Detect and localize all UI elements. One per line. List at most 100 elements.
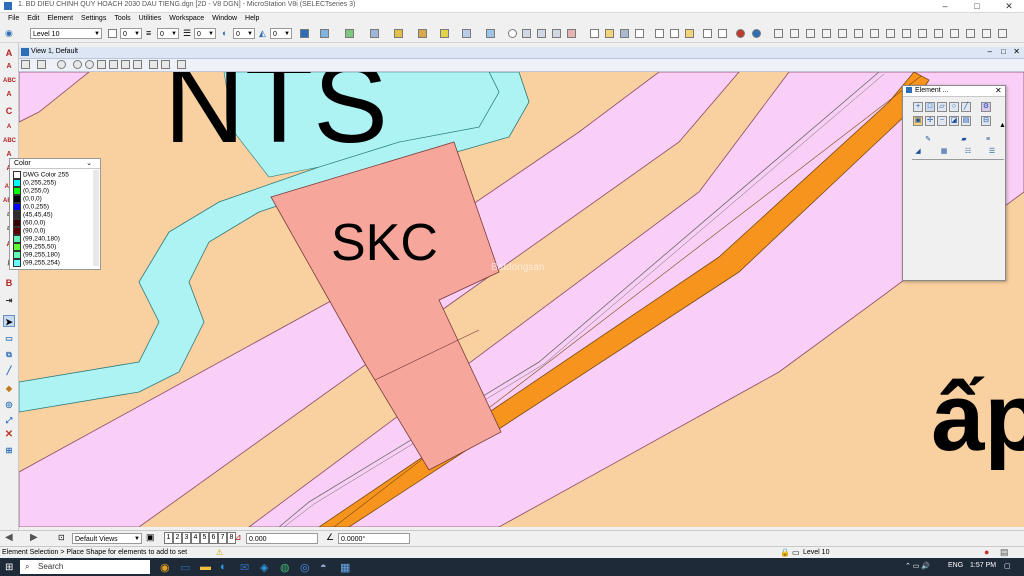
tray-clock[interactable]: 1:57 PM xyxy=(970,562,996,569)
update-view-icon[interactable] xyxy=(57,60,66,69)
view-button-2[interactable]: 2 xyxy=(173,532,182,544)
copy-element-icon[interactable] xyxy=(998,29,1007,38)
text-abc2-icon[interactable]: ABC xyxy=(3,135,16,147)
rotate-view-icon[interactable] xyxy=(121,60,130,69)
status-record-icon[interactable]: ● xyxy=(984,547,989,557)
copy-icon[interactable] xyxy=(670,29,679,38)
cut-icon[interactable] xyxy=(655,29,664,38)
palette-close-button[interactable]: ✕ xyxy=(995,86,1002,95)
microstation-taskbar-icon[interactable]: ▦ xyxy=(340,561,350,574)
view-next-icon[interactable] xyxy=(161,60,170,69)
menu-edit[interactable]: Edit xyxy=(23,13,43,25)
text-edit-icon[interactable]: A xyxy=(3,61,15,73)
explorer-icon[interactable]: ▬ xyxy=(200,561,211,573)
settings-icon[interactable]: ⚙ xyxy=(981,102,991,112)
mail-icon[interactable]: ✉ xyxy=(240,561,249,574)
help-icon[interactable] xyxy=(752,29,761,38)
menu-help[interactable]: Help xyxy=(241,13,263,25)
color-list-scrollbar[interactable] xyxy=(93,170,99,266)
key-in-icon[interactable] xyxy=(440,29,449,38)
tray-language[interactable]: ENG xyxy=(948,562,963,569)
text-abc-icon[interactable]: ABC xyxy=(3,75,16,87)
grid-icon[interactable] xyxy=(838,29,847,38)
list-icon[interactable]: ≡ xyxy=(983,136,993,146)
fillet-icon[interactable] xyxy=(918,29,927,38)
view-button-4[interactable]: 4 xyxy=(191,532,200,544)
reference-icon[interactable] xyxy=(320,29,329,38)
paste-icon[interactable] xyxy=(685,29,694,38)
place-cell-icon[interactable]: ▣ xyxy=(913,116,923,126)
fence-tool-icon[interactable]: ▭ xyxy=(3,333,15,345)
levels-icon[interactable] xyxy=(394,29,403,38)
extend-icon[interactable] xyxy=(902,29,911,38)
tray-icons[interactable]: ⌃ ▭ 🔊 xyxy=(905,562,930,570)
text-b-icon[interactable]: B xyxy=(3,277,15,289)
taskview-icon[interactable]: ▭ xyxy=(180,561,190,574)
redo-icon[interactable] xyxy=(718,29,727,38)
snap-icon[interactable] xyxy=(486,29,495,38)
level-display-icon[interactable] xyxy=(418,29,427,38)
view-previous-icon[interactable] xyxy=(149,60,158,69)
app2-icon[interactable]: ◓ xyxy=(320,561,327,573)
level-manager-icon[interactable]: ◉ xyxy=(5,28,19,39)
palette-options-icon[interactable]: ⊟ xyxy=(981,116,991,126)
color-item[interactable]: (0,0,255) xyxy=(13,203,49,211)
analyze-icon[interactable] xyxy=(537,29,546,38)
windows-start-icon[interactable]: ⊞ xyxy=(5,562,13,573)
minimize-button[interactable]: – xyxy=(930,0,960,12)
menu-element[interactable]: Element xyxy=(43,13,77,25)
brush-icon[interactable]: ◢ xyxy=(913,148,923,158)
color-item[interactable]: (99,255,50) xyxy=(13,243,56,251)
element-info-icon[interactable] xyxy=(508,29,517,38)
place-line-icon[interactable]: ╱ xyxy=(3,365,15,377)
distance-field[interactable]: 0.000 xyxy=(246,533,318,544)
color-item[interactable]: DWG Color 255 xyxy=(13,171,69,179)
firefox-icon[interactable]: ◉ xyxy=(160,561,170,574)
place-shape-icon[interactable]: ◆ xyxy=(3,383,15,395)
measure-icon[interactable] xyxy=(522,29,531,38)
raster-icon[interactable] xyxy=(345,29,354,38)
color-item[interactable]: (60,0,0) xyxy=(13,219,45,227)
priority-combo[interactable]: 0 ▼ xyxy=(270,28,292,39)
text-increment-icon[interactable]: A xyxy=(3,121,15,133)
manipulate-icon[interactable]: ⤢ xyxy=(3,415,15,427)
color-item[interactable]: (99,240,180) xyxy=(13,235,60,243)
palette-expand-arrow-icon[interactable]: ▲ xyxy=(999,122,1006,129)
element-selection-icon[interactable]: ➤ xyxy=(3,315,15,327)
zoom-in-icon[interactable] xyxy=(73,60,82,69)
pan-view-icon[interactable] xyxy=(133,60,142,69)
view-close-button[interactable]: ✕ xyxy=(1013,47,1020,56)
place-circle-palette-icon[interactable]: ○ xyxy=(949,102,959,112)
break-icon[interactable] xyxy=(950,29,959,38)
scale-icon[interactable] xyxy=(966,29,975,38)
view-button-1[interactable]: 1 xyxy=(164,532,173,544)
modify-icon[interactable]: ⊞ xyxy=(3,445,15,457)
text-tool-icon[interactable]: A xyxy=(3,47,15,59)
table-icon[interactable]: ▦ xyxy=(939,148,949,158)
array-icon[interactable] xyxy=(870,29,879,38)
chrome-icon[interactable]: ◍ xyxy=(280,561,290,574)
menu-tools[interactable]: Tools xyxy=(110,13,134,25)
copy-view-icon[interactable] xyxy=(177,60,186,69)
place-circle-icon[interactable]: ◎ xyxy=(3,399,15,411)
view-button-3[interactable]: 3 xyxy=(182,532,191,544)
fill-palette-icon[interactable]: ◪ xyxy=(949,116,959,126)
taskbar-search[interactable]: ⌕ Search xyxy=(20,560,150,574)
delete-element-icon[interactable] xyxy=(790,29,799,38)
display-set-icon[interactable] xyxy=(552,29,561,38)
clear-icon[interactable] xyxy=(567,29,576,38)
lock-icon[interactable]: 🔒 xyxy=(780,548,790,557)
move-palette-icon[interactable]: ✢ xyxy=(925,116,935,126)
edge-icon[interactable]: ◐ xyxy=(220,561,227,573)
color-item[interactable]: (99,255,254) xyxy=(13,259,60,267)
status-panel-icon[interactable]: ▤ xyxy=(1000,547,1009,558)
zoom-out-icon[interactable] xyxy=(85,60,94,69)
menu-settings[interactable]: Settings xyxy=(77,13,110,25)
properties-icon[interactable]: ☷ xyxy=(963,148,973,158)
view-window-icon[interactable]: ▣ xyxy=(146,532,155,543)
place-point-icon[interactable]: + xyxy=(913,102,923,112)
style-combo[interactable]: 0 ▼ xyxy=(157,28,179,39)
view-button-5[interactable]: 5 xyxy=(200,532,209,544)
trim-icon[interactable] xyxy=(886,29,895,38)
move-tool-icon[interactable] xyxy=(822,29,831,38)
